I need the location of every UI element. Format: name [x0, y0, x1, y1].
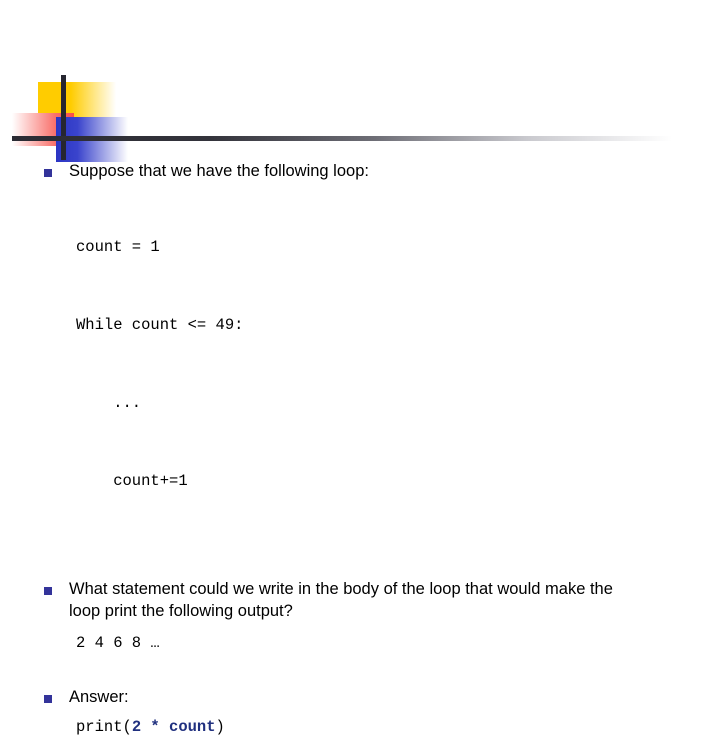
- code-block-loop: count = 1 While count <= 49: ... count+=…: [0, 182, 720, 546]
- answer-code-prefix: print(: [76, 718, 132, 736]
- content-block-loop: Suppose that we have the following loop:…: [0, 160, 720, 546]
- bullet-marker-icon: [44, 587, 52, 595]
- sample-output-line: 2 4 6 8 …: [76, 634, 160, 652]
- bullet-text-question: What statement could we write in the bod…: [69, 580, 613, 620]
- bullet-text-suppose: Suppose that we have the following loop:: [69, 162, 369, 180]
- answer-code-highlight: 2 * count: [131, 718, 216, 736]
- answer-code-line: print(2 * count): [0, 714, 720, 740]
- bullet-text-answer: Answer:: [69, 688, 129, 706]
- bullet-marker-icon: [44, 695, 52, 703]
- answer-code-suffix: ): [215, 718, 225, 736]
- code-line: count+=1: [76, 472, 188, 490]
- code-line: ...: [76, 394, 142, 412]
- bullet-item: Answer:: [0, 686, 720, 708]
- content-block-question: What statement could we write in the bod…: [0, 578, 720, 656]
- decoration-red-square: [12, 113, 74, 146]
- decoration-yellow-square: [38, 82, 116, 122]
- code-line: count = 1: [76, 238, 160, 256]
- decoration-blue-square: [56, 117, 128, 162]
- content-block-answer: Answer: print(2 * count): [0, 686, 720, 740]
- decoration-horizontal-rule: [12, 136, 672, 141]
- code-line: While count <= 49:: [76, 316, 244, 334]
- slide-content: Suppose that we have the following loop:…: [0, 160, 720, 740]
- bullet-item: Suppose that we have the following loop:: [0, 160, 720, 182]
- bullet-item: What statement could we write in the bod…: [0, 578, 720, 622]
- slide-header-decoration: [0, 0, 720, 170]
- decoration-vertical-bar: [61, 75, 66, 160]
- bullet-marker-icon: [44, 169, 52, 177]
